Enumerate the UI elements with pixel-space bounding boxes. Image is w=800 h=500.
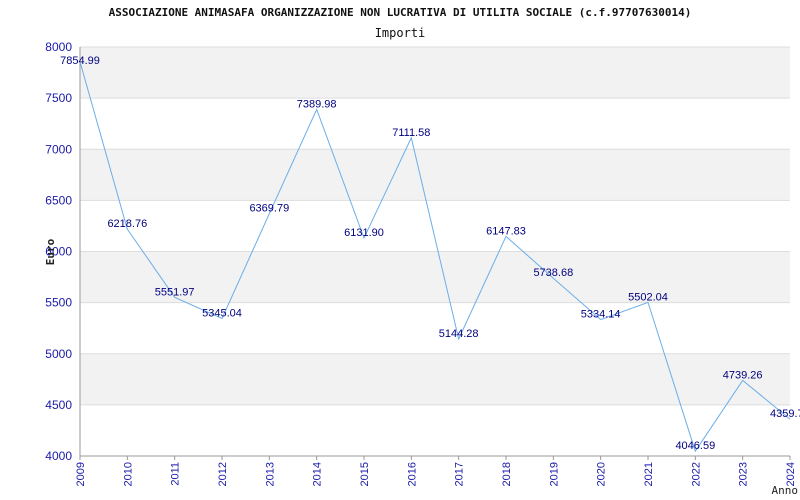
data-label: 4739.26: [723, 369, 763, 381]
x-tick-label: 2023: [738, 462, 750, 486]
x-tick-label: 2017: [454, 462, 466, 486]
x-tick-label: 2018: [501, 462, 513, 486]
data-label: 6369.79: [249, 203, 289, 215]
grid-band: [80, 47, 790, 99]
x-tick-label: 2024: [785, 462, 797, 486]
x-tick-label: 2011: [170, 462, 182, 486]
y-tick-label: 8000: [45, 40, 72, 54]
data-label: 5551.97: [155, 286, 195, 298]
x-axis-title: Anno: [772, 484, 799, 497]
x-tick-label: 2009: [75, 462, 87, 486]
x-tick-label: 2022: [690, 462, 702, 486]
data-label: 4359.7: [770, 408, 800, 420]
data-label: 7111.58: [392, 127, 430, 139]
line-chart: 4000450050005500600065007000750080002009…: [44, 40, 800, 497]
x-tick-label: 2020: [596, 462, 608, 486]
data-label: 5502.04: [628, 291, 668, 303]
x-tick-label: 2019: [548, 462, 560, 486]
data-label: 5345.04: [202, 307, 242, 319]
data-label: 6147.83: [486, 225, 526, 237]
y-tick-label: 4500: [45, 398, 72, 412]
data-label: 6131.90: [344, 227, 384, 239]
data-label: 4046.59: [675, 440, 715, 452]
y-tick-label: 5500: [45, 296, 72, 310]
grid-band: [80, 149, 790, 201]
y-tick-label: 7500: [45, 91, 72, 105]
x-tick-label: 2013: [264, 462, 276, 486]
data-label: 6218.76: [107, 218, 147, 230]
x-tick-label: 2021: [643, 462, 655, 486]
x-tick-label: 2012: [217, 462, 229, 486]
data-label: 5738.68: [533, 267, 573, 279]
y-tick-label: 6500: [45, 193, 72, 207]
data-label: 7389.98: [297, 98, 337, 110]
x-tick-label: 2016: [406, 462, 418, 486]
x-tick-label: 2015: [359, 462, 371, 486]
data-label: 5334.14: [581, 309, 621, 321]
data-label: 7854.99: [60, 55, 100, 67]
y-axis-title: Euro: [44, 238, 57, 265]
grid-band: [80, 353, 790, 405]
x-tick-label: 2014: [312, 462, 324, 486]
y-tick-label: 7000: [45, 142, 72, 156]
y-tick-label: 5000: [45, 347, 72, 361]
x-tick-label: 2010: [122, 462, 134, 486]
data-label: 5144.28: [439, 328, 479, 340]
y-tick-label: 4000: [45, 449, 72, 463]
